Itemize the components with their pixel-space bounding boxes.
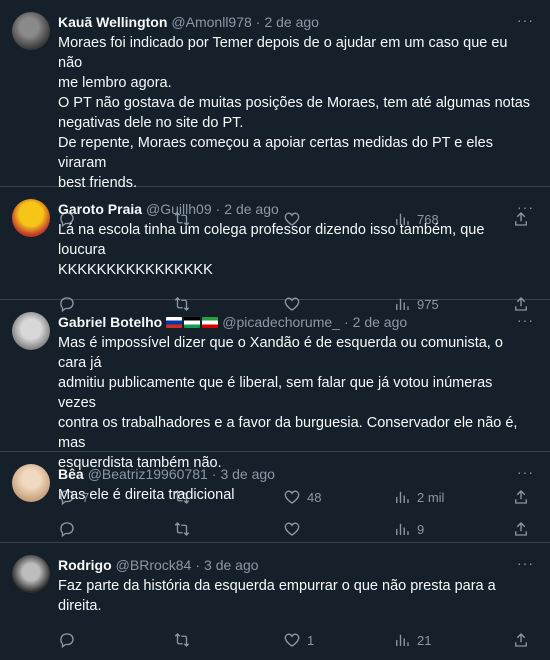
reply-icon <box>60 522 74 538</box>
author-handle[interactable]: @Amonll978 <box>171 14 251 30</box>
share-icon <box>515 633 527 647</box>
author-name[interactable]: Rodrigo <box>58 557 112 573</box>
palestine-flag-icon <box>184 316 201 328</box>
like-button[interactable] <box>283 520 393 538</box>
reply-icon <box>60 633 74 649</box>
text-line: me lembro agora. <box>58 75 172 91</box>
avatar[interactable] <box>12 312 50 350</box>
timestamp[interactable]: 2 de ago <box>224 201 279 217</box>
more-icon[interactable]: ··· <box>517 12 534 28</box>
retweet-button[interactable] <box>173 631 283 649</box>
timeline: ··· Kauã Wellington @Amonll978 · 2 de ag… <box>0 0 550 649</box>
iran-flag-icon <box>202 316 219 328</box>
tweet[interactable]: ··· Kauã Wellington @Amonll978 · 2 de ag… <box>0 0 550 228</box>
heart-icon <box>284 522 300 536</box>
views-button[interactable]: 21 <box>393 631 508 649</box>
tweet[interactable]: ··· Bêa @Beatriz19960781 · 3 de ago Mas … <box>0 452 550 543</box>
tweet-text: Mas ele é direita tradicional <box>58 485 534 505</box>
author-name[interactable]: Kauã Wellington <box>58 14 167 30</box>
separator-dot: · <box>255 14 261 30</box>
views-icon <box>396 523 409 535</box>
text-line: KKKKKKKKKKKKKKKK <box>58 262 213 278</box>
text-line: contra os trabalhadores e a favor da bur… <box>58 415 518 451</box>
share-button[interactable] <box>512 520 530 538</box>
author-handle[interactable]: @Beatriz19960781 <box>88 466 208 482</box>
views-button[interactable]: 9 <box>393 520 508 538</box>
text-line: Mas é impossível dizer que o Xandão é de… <box>58 335 503 371</box>
reply-button[interactable] <box>58 520 173 538</box>
separator-dot: · <box>211 466 217 482</box>
text-line: Moraes foi indicado por Temer depois de … <box>58 35 508 71</box>
separator-dot: · <box>195 557 201 573</box>
author-handle[interactable]: @Guillh09 <box>146 201 212 217</box>
avatar[interactable] <box>12 12 50 50</box>
flag-emojis <box>166 316 219 328</box>
more-icon[interactable]: ··· <box>517 199 534 215</box>
more-icon[interactable]: ··· <box>517 464 534 480</box>
views-count: 9 <box>417 521 425 537</box>
retweet-icon <box>174 633 190 647</box>
text-line: Faz parte da história da esquerda empurr… <box>58 578 496 614</box>
tweet-text: Moraes foi indicado por Temer depois de … <box>58 33 534 193</box>
tweet[interactable]: ··· Rodrigo @BRrock84 · 3 de ago Faz par… <box>0 543 550 649</box>
text-line: Mas ele é direita tradicional <box>58 487 235 503</box>
avatar[interactable] <box>12 199 50 237</box>
text-line: Lá na escola tinha um colega professor d… <box>58 222 485 258</box>
text-line: negativas dele no site do PT. <box>58 115 244 131</box>
timestamp[interactable]: 2 de ago <box>264 14 319 30</box>
avatar[interactable] <box>12 464 50 502</box>
share-button[interactable] <box>512 631 530 649</box>
tweet[interactable]: ··· Garoto Praia @Guillh09 · 2 de ago Lá… <box>0 187 550 313</box>
views-icon <box>396 634 409 646</box>
reply-button[interactable] <box>58 631 173 649</box>
text-line: O PT não gostava de muitas posições de M… <box>58 95 531 111</box>
tweet-text: Faz parte da história da esquerda empurr… <box>58 576 534 616</box>
author-name[interactable]: Bêa <box>58 466 84 482</box>
more-icon[interactable]: ··· <box>517 555 534 571</box>
tweet[interactable]: ··· Gabriel Botelho @picadechorume_ · 2 … <box>0 300 550 506</box>
timestamp[interactable]: 2 de ago <box>353 314 408 330</box>
retweet-button[interactable] <box>173 520 283 538</box>
author-name[interactable]: Garoto Praia <box>58 201 142 217</box>
like-button[interactable]: 1 <box>283 631 393 649</box>
action-bar: 1 21 <box>58 620 534 660</box>
author-handle[interactable]: @BRrock84 <box>116 557 192 573</box>
timestamp[interactable]: 3 de ago <box>204 557 259 573</box>
timestamp[interactable]: 3 de ago <box>220 466 275 482</box>
views-count: 21 <box>417 632 432 648</box>
retweet-icon <box>174 522 190 536</box>
heart-icon <box>284 633 300 647</box>
tweet-text: Lá na escola tinha um colega professor d… <box>58 220 534 280</box>
text-line: admitiu publicamente que é liberal, sem … <box>58 375 493 411</box>
separator-dot: · <box>343 314 349 330</box>
separator-dot: · <box>215 201 221 217</box>
author-name[interactable]: Gabriel Botelho <box>58 314 162 330</box>
text-line: De repente, Moraes começou a apoiar cert… <box>58 135 493 171</box>
more-icon[interactable]: ··· <box>517 312 534 328</box>
share-icon <box>515 522 527 536</box>
russia-flag-icon <box>166 316 183 328</box>
author-handle[interactable]: @picadechorume_ <box>222 314 340 330</box>
avatar[interactable] <box>12 555 50 593</box>
like-count: 1 <box>307 632 315 648</box>
